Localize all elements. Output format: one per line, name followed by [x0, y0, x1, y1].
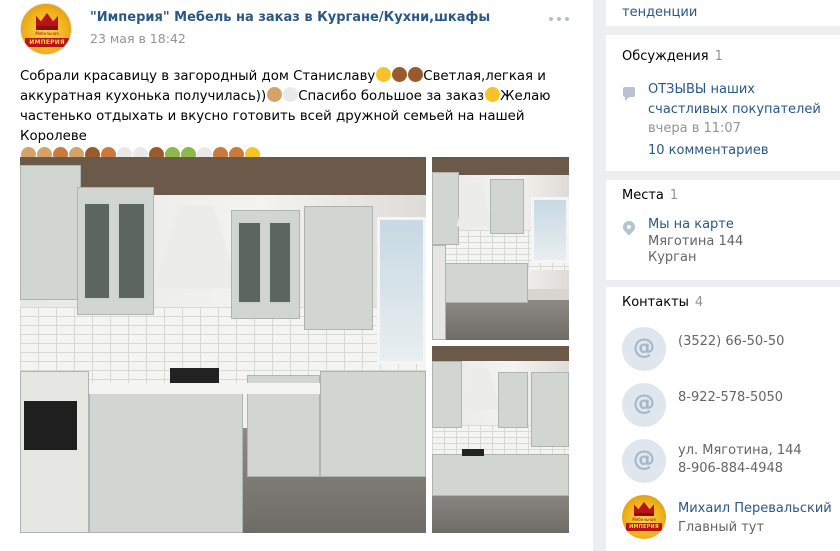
contact-item[interactable]: @ ул. Мяготина, 144 8-906-884-4948 — [622, 439, 840, 483]
place-item[interactable]: Мы на карте Мяготина 144 Курган — [648, 217, 743, 267]
discussions-block: Обсуждения 1 ОТЗЫВЫ наших счастливых поку… — [606, 35, 840, 171]
smile-emoji-icon — [484, 87, 500, 102]
places-block: Места 1 Мы на карте Мяготина 144 Курган — [606, 180, 840, 280]
contact-role: Главный тут — [678, 520, 765, 535]
thumbs-up-emoji-icon — [391, 67, 407, 82]
at-icon: @ — [622, 383, 666, 427]
smile-emoji-icon — [375, 67, 391, 82]
contacts-header[interactable]: Контакты 4 — [622, 295, 703, 310]
contacts-count: 4 — [694, 295, 704, 310]
place-title-link[interactable]: Мы на карте — [648, 217, 743, 234]
discussion-time: вчера в 11:07 — [648, 121, 741, 136]
discussions-header[interactable]: Обсуждения 1 — [622, 49, 723, 64]
wrench-emoji-icon — [282, 87, 298, 102]
discussion-icon — [623, 87, 635, 101]
worker-emoji-icon — [266, 87, 282, 102]
contact-phone: 8-922-578-5050 — [678, 390, 784, 405]
trends-link[interactable]: тенденции — [622, 5, 697, 20]
avatar-logo-text: ИМПЕРИЯ — [626, 523, 662, 531]
contact-address: ул. Мяготина, 144 — [678, 443, 802, 458]
discussions-count: 1 — [714, 49, 723, 64]
sidebar: тенденции Обсуждения 1 ОТЗЫВЫ наших счаст… — [606, 0, 840, 551]
map-pin-icon — [620, 218, 638, 236]
wall-post: Мебельная фабрика ИМПЕРИЯ "Империя" Мебе… — [0, 0, 593, 551]
more-actions-icon[interactable] — [549, 12, 569, 26]
contact-item[interactable]: @ 8-922-578-5050 — [622, 383, 840, 427]
contact-phone: 8-906-884-4948 — [678, 461, 784, 476]
places-count: 1 — [669, 188, 679, 203]
kitchen-photo-bottom-right[interactable] — [432, 346, 569, 533]
contacts-block: Контакты 4 @ (3522) 66-50-50 @ 8-922-578-… — [606, 287, 840, 551]
at-icon: @ — [622, 439, 666, 483]
contact-phone: (3522) 66-50-50 — [678, 334, 785, 349]
post-author-link[interactable]: "Империя" Мебель на заказ в Кургане/Кухн… — [90, 10, 490, 25]
contact-item[interactable]: @ (3522) 66-50-50 — [622, 327, 840, 371]
places-header[interactable]: Места 1 — [622, 188, 678, 203]
discussion-comments-link[interactable]: 10 комментариев — [648, 143, 769, 158]
muscle-emoji-icon — [407, 67, 423, 82]
contact-person[interactable]: Мебельная фабрика ИМПЕРИЯ Михаил Перевал… — [622, 495, 840, 539]
crown-icon — [36, 13, 58, 27]
post-text: Собрали красавицу в загородный дом Стани… — [20, 67, 560, 167]
contact-name-link[interactable]: Михаил Перевальский — [678, 501, 832, 516]
contact-avatar[interactable]: Мебельная фабрика ИМПЕРИЯ — [622, 495, 666, 539]
kitchen-photo-main[interactable] — [20, 157, 426, 533]
kitchen-photo-top-right[interactable] — [432, 157, 569, 340]
avatar-logo-text: ИМПЕРИЯ — [25, 38, 69, 47]
place-address: Мяготина 144 — [648, 233, 744, 249]
sidebar-top-block: тенденции — [606, 0, 840, 26]
at-icon: @ — [622, 327, 666, 371]
place-city: Курган — [648, 250, 697, 265]
post-date[interactable]: 23 мая в 18:42 — [90, 31, 186, 46]
discussion-topic-link[interactable]: ОТЗЫВЫ наших счастливых покупателей — [648, 80, 838, 120]
community-avatar[interactable]: Мебельная фабрика ИМПЕРИЯ — [20, 3, 72, 55]
